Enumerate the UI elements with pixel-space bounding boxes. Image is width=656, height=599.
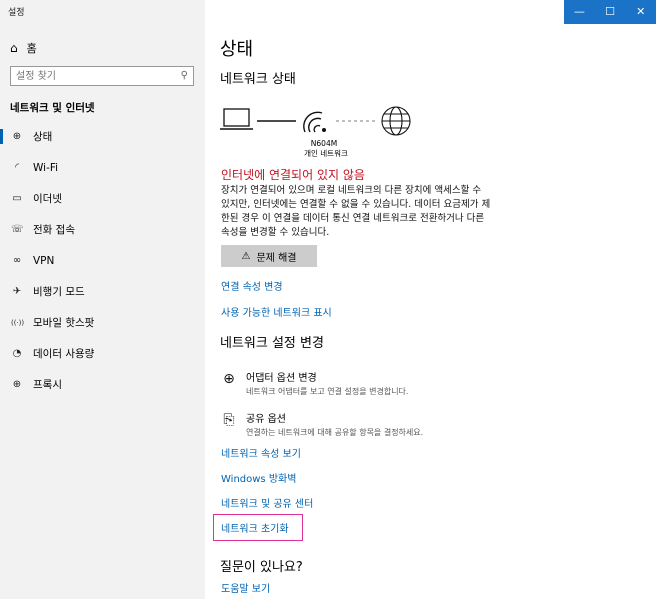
settings-window: ⌂ 홈 ⚲ 네트워크 및 인터넷 ⊕ 상태 ◜ Wi-Fi ▭ 이더넷 ☏ 전화… — [0, 0, 656, 599]
sidebar-item-ethernet[interactable]: ▭ 이더넷 — [0, 183, 205, 214]
search-box[interactable]: ⚲ — [10, 66, 194, 86]
network-reset-link[interactable]: 네트워크 초기화 — [221, 520, 289, 535]
data-usage-icon: ◔ — [12, 348, 22, 359]
ethernet-icon: ▭ — [12, 193, 22, 204]
airplane-icon: ✈ — [12, 286, 22, 297]
sidebar-item-label: 이더넷 — [33, 193, 62, 205]
error-title: 인터넷에 연결되어 있지 않음 — [221, 168, 365, 182]
troubleshoot-button[interactable]: ⚠ 문제 해결 — [221, 245, 317, 267]
sidebar-item-label: 전화 접속 — [33, 224, 75, 236]
network-name: N604M — [310, 139, 338, 148]
change-settings-heading: 네트워크 설정 변경 — [220, 336, 324, 351]
proxy-icon: ⊕ — [12, 379, 22, 390]
hotspot-icon: ((·)) — [11, 318, 25, 327]
sidebar-item-vpn[interactable]: ∞ VPN — [0, 245, 205, 276]
show-available-networks-link[interactable]: 사용 가능한 네트워크 표시 — [221, 304, 332, 319]
globe-icon — [381, 106, 411, 136]
sharing-icon: ⎘ — [223, 412, 235, 428]
network-sharing-center-link[interactable]: 네트워크 및 공유 센터 — [221, 495, 313, 510]
page-title: 상태 — [220, 39, 254, 60]
sidebar-item-label: 모바일 핫스팟 — [33, 317, 95, 329]
error-description: 장치가 연결되어 있으며 로컬 네트워크의 다른 장치에 액세스할 수 있지만,… — [221, 185, 491, 238]
sharing-options[interactable]: ⎘ 공유 옵션 연결하는 네트워크에 대해 공유할 항목을 결정하세요. — [220, 410, 423, 438]
adapter-options-desc: 네트워크 어댑터를 보고 연결 설정을 변경합니다. — [246, 387, 409, 396]
change-connection-properties-link[interactable]: 연결 속성 변경 — [221, 278, 283, 293]
sidebar-item-label: Wi-Fi — [33, 161, 59, 174]
get-help-link[interactable]: 도움말 보기 — [221, 580, 270, 595]
sidebar-item-data-usage[interactable]: ◔ 데이터 사용량 — [0, 338, 205, 369]
sidebar-item-label: 데이터 사용량 — [33, 348, 95, 360]
wifi-icon: ◜ — [15, 162, 19, 173]
sidebar-item-hotspot[interactable]: ((·)) 모바일 핫스팟 — [0, 307, 205, 338]
dialup-icon: ☏ — [11, 224, 24, 235]
home-label: 홈 — [26, 42, 37, 55]
question-heading: 질문이 있나요? — [220, 560, 303, 575]
sidebar-item-label: 프록시 — [33, 379, 62, 391]
sidebar-item-label: VPN — [33, 254, 55, 267]
sidebar-home[interactable]: ⌂ 홈 — [10, 40, 37, 56]
sidebar-item-airplane[interactable]: ✈ 비행기 모드 — [0, 276, 205, 307]
network-type: 개인 네트워크 — [304, 149, 348, 158]
window-title: 설정 — [8, 8, 25, 18]
sidebar-item-proxy[interactable]: ⊕ 프록시 — [0, 369, 205, 400]
search-input[interactable] — [11, 67, 171, 85]
warning-icon: ⚠ — [241, 250, 251, 262]
home-icon: ⌂ — [10, 41, 18, 55]
search-icon[interactable]: ⚲ — [181, 70, 188, 81]
main-content: 상태 네트워크 상태 N604M 개인 네트워크 인터넷에 연결되어 있지 않음… — [213, 0, 656, 599]
wifi-signal-icon — [303, 111, 323, 133]
sharing-options-title: 공유 옵션 — [246, 414, 286, 425]
adapter-options-title: 어댑터 옵션 변경 — [246, 373, 317, 384]
view-network-properties-link[interactable]: 네트워크 속성 보기 — [221, 445, 301, 460]
sharing-options-desc: 연결하는 네트워크에 대해 공유할 항목을 결정하세요. — [246, 428, 424, 437]
sidebar-section-title: 네트워크 및 인터넷 — [10, 102, 95, 114]
adapter-icon: ⊕ — [223, 371, 235, 387]
sidebar-item-label: 비행기 모드 — [33, 286, 85, 298]
adapter-options[interactable]: ⊕ 어댑터 옵션 변경 네트워크 어댑터를 보고 연결 설정을 변경합니다. — [220, 369, 408, 397]
sidebar-item-status[interactable]: ⊕ 상태 — [0, 121, 205, 152]
sidebar-item-wifi[interactable]: ◜ Wi-Fi — [0, 152, 205, 183]
network-status-heading: 네트워크 상태 — [220, 72, 296, 87]
windows-firewall-link[interactable]: Windows 방화벽 — [221, 470, 296, 485]
sidebar-item-label: 상태 — [33, 131, 53, 143]
laptop-icon — [220, 108, 253, 130]
troubleshoot-label: 문제 해결 — [256, 252, 297, 264]
sidebar-nav: ⊕ 상태 ◜ Wi-Fi ▭ 이더넷 ☏ 전화 접속 ∞ VPN ✈ 비행기 모… — [0, 121, 205, 400]
status-icon: ⊕ — [12, 131, 22, 142]
vpn-icon: ∞ — [12, 255, 22, 266]
sidebar: ⌂ 홈 ⚲ 네트워크 및 인터넷 ⊕ 상태 ◜ Wi-Fi ▭ 이더넷 ☏ 전화… — [0, 0, 205, 599]
disconnect-dot — [322, 128, 326, 132]
sidebar-item-dialup[interactable]: ☏ 전화 접속 — [0, 214, 205, 245]
